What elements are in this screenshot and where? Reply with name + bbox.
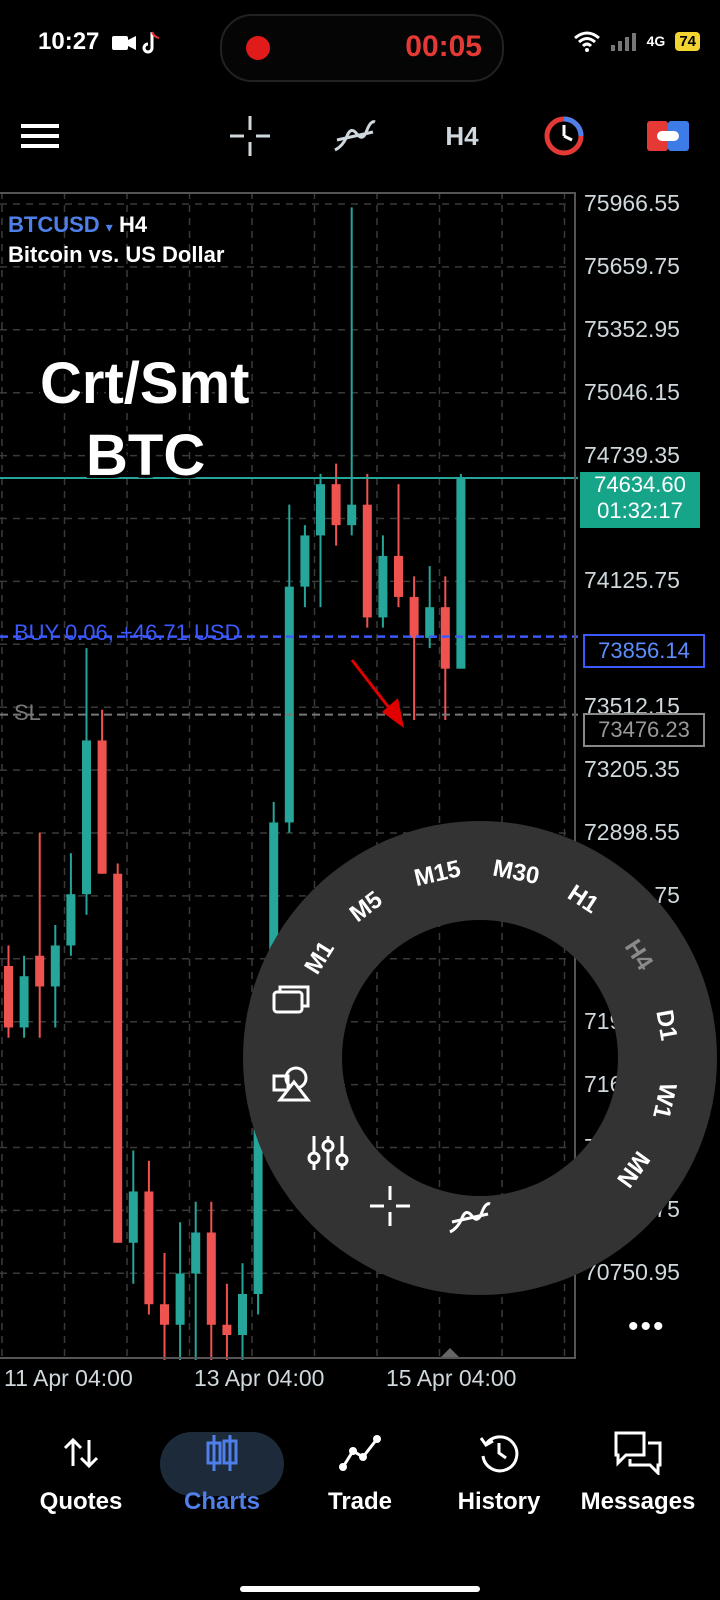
price-axis-label: 75046.15	[584, 378, 680, 405]
overlay-text-btc: BTC	[86, 423, 206, 488]
nav-trade[interactable]: Trade	[290, 1428, 430, 1516]
sl-price-box[interactable]: 73476.23	[583, 713, 705, 747]
network-type: 4G	[646, 33, 666, 49]
sl-label[interactable]: SL	[14, 700, 41, 726]
nav-label-history: History	[457, 1488, 541, 1515]
dial-ring	[243, 821, 717, 1295]
signal-icon	[610, 33, 636, 51]
timeframe-dial[interactable]: M1M5M15 M30H1H4D1W1MN	[240, 818, 720, 1298]
nav-quotes[interactable]: Quotes	[11, 1428, 151, 1516]
charts-icon	[152, 1428, 292, 1478]
bar-countdown: 01:32:17	[597, 498, 683, 523]
trading-toggle-icon	[647, 121, 689, 151]
current-price: 74634.60	[594, 472, 686, 497]
symbol-timeframe: H4	[118, 212, 148, 237]
recording-dot-icon	[246, 36, 270, 60]
price-axis-label: 75966.55	[584, 190, 680, 216]
trading-toggle-button[interactable]	[646, 112, 690, 160]
battery-level: 74	[675, 31, 700, 51]
time-axis-label: 15 Apr 04:00	[386, 1365, 517, 1391]
wifi-icon	[573, 31, 600, 52]
trade-icon	[290, 1428, 430, 1478]
price-axis-label: 73205.35	[584, 756, 680, 783]
system-icons: 4G 74	[573, 30, 700, 52]
indicators-icon	[334, 120, 376, 152]
more-options-button[interactable]: •••	[628, 1310, 666, 1344]
one-click-trading-icon	[544, 116, 584, 156]
price-axis-label: 75659.75	[584, 252, 680, 279]
nav-charts[interactable]: Charts	[152, 1428, 292, 1516]
status-time: 10:27	[38, 28, 100, 55]
menu-button[interactable]	[20, 112, 60, 160]
one-click-trading-button[interactable]	[542, 112, 586, 160]
symbol-name[interactable]: BTCUSD	[8, 212, 100, 237]
nav-history[interactable]: History	[429, 1428, 569, 1516]
price-axis-label: 74739.35	[584, 441, 680, 468]
nav-label-quotes: Quotes	[39, 1488, 123, 1515]
time-axis-label: 13 Apr 04:00	[194, 1365, 325, 1391]
dial-timeframe-d1[interactable]: D1	[650, 1008, 682, 1043]
price-axis-label: 75352.95	[584, 315, 680, 342]
tiktok-icon	[140, 30, 162, 61]
nav-label-trade: Trade	[327, 1488, 393, 1515]
crosshair-button[interactable]	[228, 112, 272, 160]
menu-icon	[21, 124, 59, 148]
time-axis-label: 11 Apr 04:00	[4, 1365, 133, 1391]
indicators-button[interactable]	[332, 112, 378, 160]
screen-recording-indicator[interactable]: 00:05	[220, 14, 504, 82]
chart-symbol[interactable]: BTCUSD ▾ H4	[8, 212, 147, 238]
quotes-icon	[11, 1428, 151, 1478]
history-icon	[429, 1428, 569, 1478]
price-axis-label: 74125.75	[584, 567, 680, 594]
video-camera-icon	[112, 34, 136, 57]
symbol-dropdown-icon[interactable]: ▾	[106, 219, 113, 235]
symbol-description: Bitcoin vs. US Dollar	[8, 242, 225, 267]
messages-icon	[568, 1428, 708, 1478]
nav-label-messages: Messages	[580, 1488, 696, 1515]
position-price-box[interactable]: 73856.14	[583, 634, 705, 668]
crosshair-icon	[230, 116, 270, 156]
position-label[interactable]: BUY 0.06, +46.71 USD	[14, 620, 240, 646]
current-price-box: 74634.60 01:32:17	[580, 472, 700, 528]
nav-label-charts: Charts	[183, 1488, 261, 1515]
overlay-text-crt-smt: Crt/Smt	[40, 351, 250, 416]
home-indicator[interactable]	[240, 1586, 480, 1592]
timeframe-button[interactable]: H4	[440, 112, 484, 160]
nav-messages[interactable]: Messages	[568, 1428, 708, 1516]
recording-time: 00:05	[405, 30, 482, 63]
settings-sliders-icon[interactable]	[307, 1136, 349, 1170]
